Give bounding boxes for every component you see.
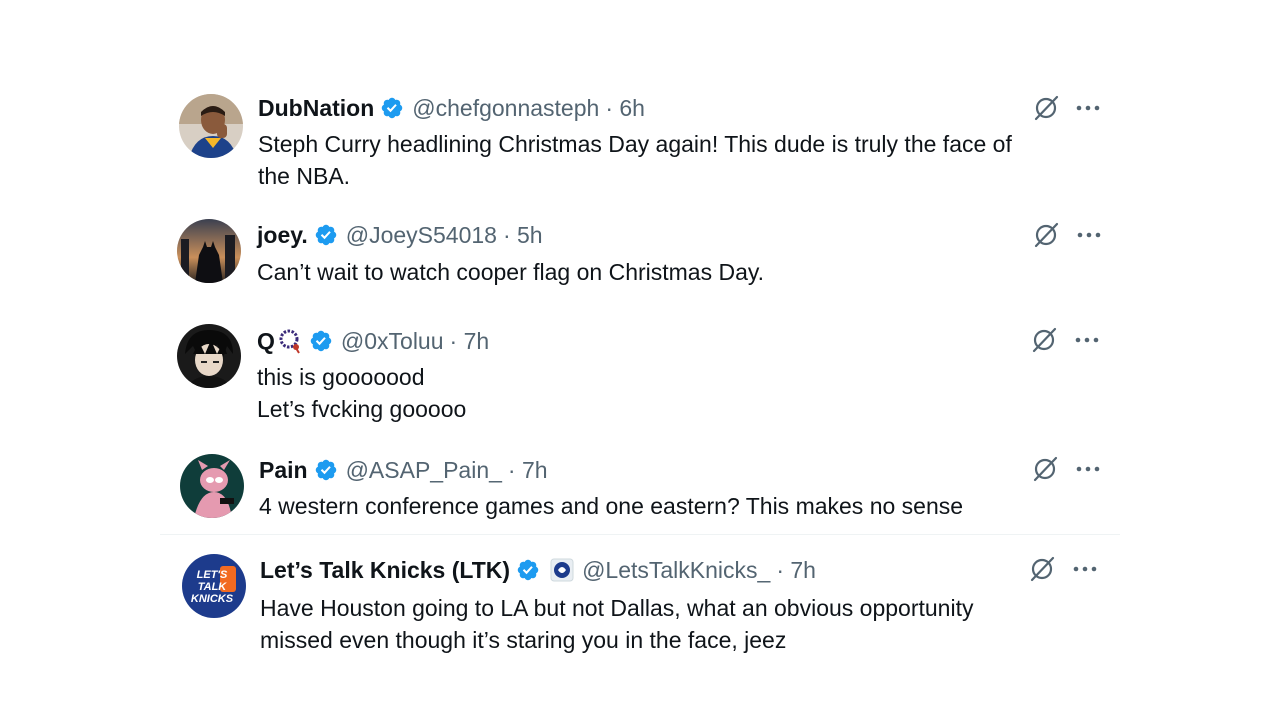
display-name[interactable]: Pain <box>259 457 308 484</box>
user-handle[interactable]: @LetsTalkKnicks_ <box>582 557 770 584</box>
logo-text: TALK <box>198 581 228 593</box>
more-options-icon[interactable] <box>1072 455 1104 483</box>
post-text-line: this is gooooood <box>257 364 425 390</box>
post-divider <box>160 534 1120 535</box>
display-name[interactable]: joey. <box>257 222 308 249</box>
logo-text: LET'S <box>197 569 228 581</box>
grok-icon[interactable] <box>1030 326 1058 354</box>
grok-icon[interactable] <box>1028 555 1056 583</box>
post-time[interactable]: · 7h <box>450 328 490 355</box>
anime-avatar-icon[interactable] <box>177 324 241 388</box>
batman-avatar-icon[interactable] <box>177 219 241 283</box>
post-text: this is gooooood Let’s fvcking gooooo <box>257 361 466 425</box>
post-text-line: Can’t wait to watch cooper flag on Chris… <box>257 259 765 285</box>
post-text-line: 4 western conference games and one easte… <box>259 493 964 519</box>
post-text-line: Let’s fvcking gooooo <box>257 396 467 422</box>
verified-badge-icon <box>314 223 338 247</box>
prayer-beads-icon <box>277 328 303 354</box>
more-options-icon[interactable] <box>1069 555 1101 583</box>
more-options-icon[interactable] <box>1073 221 1105 249</box>
post[interactable]: LET'S TALK KNICKS Let’s Talk Knicks (LTK… <box>160 552 1120 662</box>
post-time[interactable]: · 7h <box>508 457 548 484</box>
post-text: Have Houston going to LA but not Dallas,… <box>260 592 973 656</box>
affiliate-badge-icon[interactable] <box>550 558 574 582</box>
pink-panther-avatar-icon[interactable] <box>180 454 244 518</box>
basketball-player-avatar-icon[interactable] <box>179 94 243 158</box>
post-text: Can’t wait to watch cooper flag on Chris… <box>257 256 764 288</box>
more-options-icon[interactable] <box>1072 94 1104 122</box>
post-text: Steph Curry headlining Christmas Day aga… <box>258 128 1012 192</box>
user-handle[interactable]: @ASAP_Pain_ <box>346 457 502 484</box>
grok-icon[interactable] <box>1031 455 1059 483</box>
display-name[interactable]: Q <box>257 328 275 355</box>
post-text-line: Have Houston going to LA but not Dallas,… <box>260 595 974 621</box>
verified-badge-icon <box>314 458 338 482</box>
knicks-logo-avatar-icon[interactable]: LET'S TALK KNICKS <box>182 554 246 618</box>
post-text-line: Steph Curry headlining Christmas Day aga… <box>258 131 1012 157</box>
user-handle[interactable]: @JoeyS54018 <box>346 222 497 249</box>
post-time[interactable]: · 5h <box>503 222 543 249</box>
post[interactable]: Q @0xToluu · 7h this is gooooood Let’s f… <box>160 322 1120 428</box>
post-text-line: missed even though it’s staring you in t… <box>260 627 787 653</box>
user-handle[interactable]: @chefgonnasteph <box>412 95 599 122</box>
verified-badge-icon <box>516 558 540 582</box>
display-name[interactable]: DubNation <box>258 95 374 122</box>
grok-icon[interactable] <box>1032 94 1060 122</box>
verified-badge-icon <box>380 96 404 120</box>
display-name[interactable]: Let’s Talk Knicks (LTK) <box>260 557 510 584</box>
grok-icon[interactable] <box>1032 221 1060 249</box>
verified-badge-icon <box>309 329 333 353</box>
more-options-icon[interactable] <box>1071 326 1103 354</box>
post-text: 4 western conference games and one easte… <box>259 490 963 522</box>
post-time[interactable]: · 7h <box>776 557 816 584</box>
post[interactable]: DubNation @chefgonnasteph · 6h Steph Cur… <box>160 88 1120 198</box>
post[interactable]: joey. @JoeyS54018 · 5h Can’t wait to wat… <box>160 216 1120 296</box>
post-time[interactable]: · 6h <box>605 95 645 122</box>
post-text-line: the NBA. <box>258 163 351 189</box>
post[interactable]: Pain @ASAP_Pain_ · 7h 4 western conferen… <box>160 452 1120 532</box>
logo-text: KNICKS <box>191 593 234 605</box>
user-handle[interactable]: @0xToluu <box>341 328 444 355</box>
